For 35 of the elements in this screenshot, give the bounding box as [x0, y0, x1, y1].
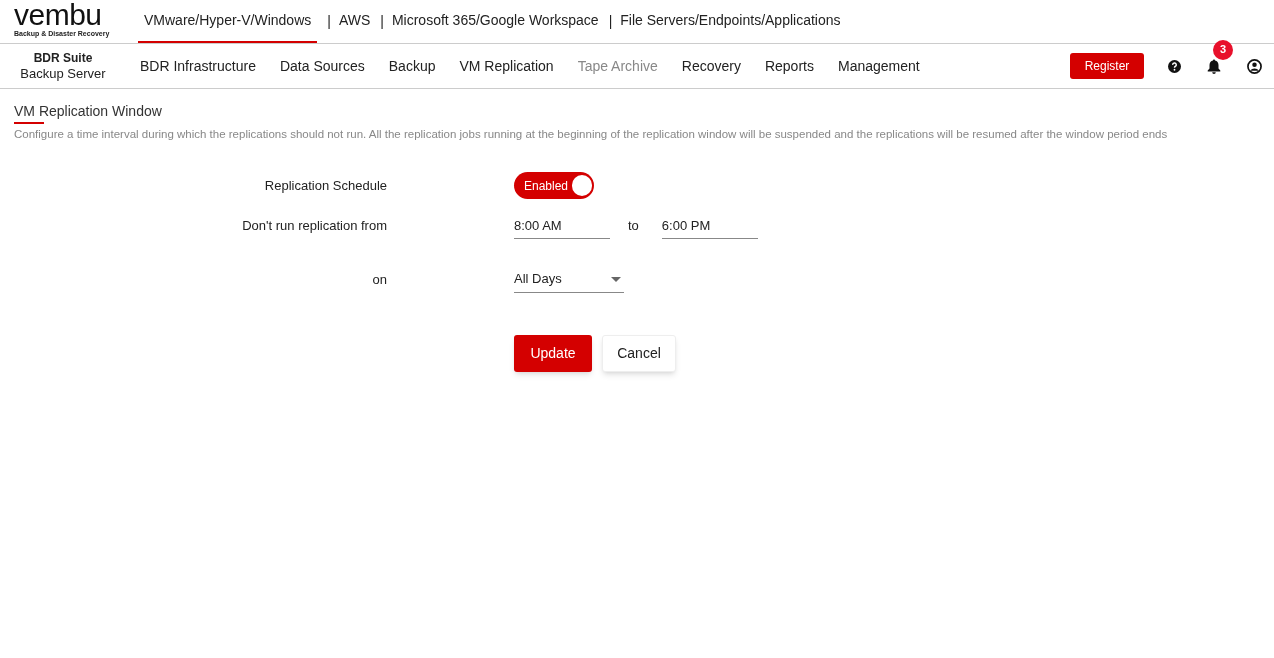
tab-separator: |	[327, 11, 331, 31]
notification-count-badge: 3	[1213, 39, 1233, 60]
product-tab[interactable]: VMware/Hyper-V/Windows	[138, 0, 318, 43]
field-label: Replication Schedule	[263, 176, 387, 195]
field-label: Don't run replication from	[241, 217, 387, 236]
notification-bell-icon[interactable]	[1207, 58, 1221, 74]
toggle-switch[interactable]: Enabled	[514, 172, 594, 199]
nav-item[interactable]: VM Replication	[459, 55, 554, 77]
field-label: to	[628, 217, 639, 236]
time-input-field[interactable]: 8:00 AM	[514, 213, 610, 239]
suite-title: BDR Suite	[33, 50, 93, 66]
update-button[interactable]: Update	[514, 335, 592, 372]
register-button[interactable]: Register	[1070, 53, 1144, 79]
tab-separator: |	[608, 11, 613, 31]
time-input-field[interactable]: 6:00 PM	[661, 213, 758, 239]
caret-icon	[611, 276, 621, 282]
tab-separator: |	[380, 11, 384, 31]
suite-subtitle: Backup Server	[20, 66, 106, 82]
product-tab[interactable]: Microsoft 365/Google Workspace	[391, 0, 599, 43]
nav-item[interactable]: Reports	[764, 55, 814, 77]
cancel-button[interactable]: Cancel	[602, 335, 676, 372]
logo-wordmark: vembu	[14, 1, 103, 29]
nav-item[interactable]: Management	[837, 55, 920, 77]
days-dropdown[interactable]: All Days	[514, 266, 624, 293]
field-label: on	[371, 270, 387, 289]
page-title: VM Replication Window	[14, 103, 162, 119]
product-tab[interactable]: AWS	[338, 0, 371, 43]
nav-item[interactable]: BDR Infrastructure	[140, 55, 256, 77]
product-tab[interactable]: File Servers/Endpoints/Applications	[620, 0, 841, 43]
nav-item[interactable]: Recovery	[681, 55, 741, 77]
page-description: Configure a time interval during which the replications should not run. All the replication jobs running at the beginning of the replication window will be suspended and the replications will be resumed after the window period ends	[14, 127, 1169, 142]
user-account-icon[interactable]	[1247, 58, 1262, 74]
nav-item[interactable]: Backup	[388, 55, 436, 77]
help-icon[interactable]	[1168, 59, 1181, 73]
nav-item[interactable]: Data Sources	[279, 55, 365, 77]
